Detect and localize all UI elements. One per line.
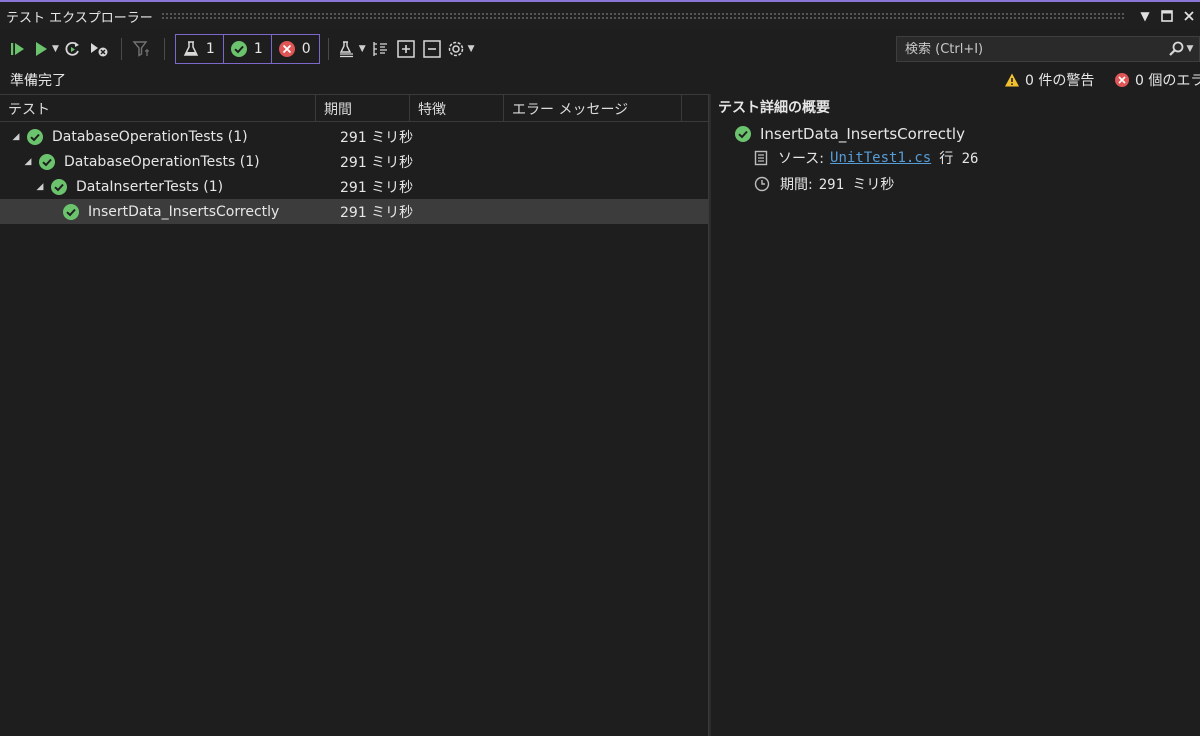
source-line: 行 26: [939, 151, 979, 167]
maximize-button[interactable]: [1156, 5, 1178, 27]
detail-source-row: ソース: UnitTest1.cs 行 26: [754, 147, 1200, 169]
failed-count: 0: [301, 41, 311, 57]
search-input[interactable]: [905, 41, 1161, 57]
column-header-error-message[interactable]: エラー メッセージ: [504, 95, 682, 122]
settings-button[interactable]: ▼: [446, 36, 475, 62]
detail-test-name-row: InsertData_InsertsCorrectly: [734, 125, 1200, 143]
total-tests-counter[interactable]: 1: [176, 35, 224, 63]
group-by-button[interactable]: [368, 36, 392, 62]
chevron-down-icon[interactable]: ▼: [52, 44, 59, 54]
cancel-icon: [90, 43, 108, 57]
detail-title: テスト詳細の概要: [718, 100, 830, 116]
warnings-indicator[interactable]: 0 件の警告: [1004, 70, 1094, 90]
test-duration: 291 ミリ秒: [340, 204, 414, 221]
test-detail-panel: テスト詳細の概要 InsertData_InsertsCorrectly ソース…: [712, 94, 1200, 736]
passed-icon: [26, 128, 44, 146]
errors-text: 0 個のエラー: [1135, 73, 1200, 89]
gear-icon: [448, 41, 463, 57]
passed-icon: [38, 153, 56, 171]
tool-window-titlebar: テスト エクスプローラー ▼: [0, 0, 1200, 30]
chevron-down-icon[interactable]: ▼: [468, 44, 475, 54]
cancel-run-button[interactable]: [87, 36, 111, 62]
test-row[interactable]: ◢ DatabaseOperationTests (1) 291 ミリ秒: [0, 149, 708, 174]
test-name: DatabaseOperationTests (1): [64, 153, 260, 170]
passed-count: 1: [253, 41, 263, 57]
collapse-icon: [422, 40, 441, 58]
run-button[interactable]: ▼: [32, 36, 59, 62]
passed-tests-counter[interactable]: 1: [224, 35, 272, 63]
column-header-duration[interactable]: 期間: [316, 95, 410, 122]
filter-button[interactable]: [130, 36, 154, 62]
panel-splitter[interactable]: [708, 94, 711, 736]
test-duration: 291 ミリ秒: [340, 179, 414, 196]
test-name: InsertData_InsertsCorrectly: [88, 203, 280, 220]
expand-all-button[interactable]: [394, 36, 418, 62]
run-all-button[interactable]: [6, 36, 30, 62]
filter-icon: [132, 41, 149, 57]
errors-indicator[interactable]: 0 個のエラー: [1114, 70, 1200, 90]
error-icon: [1115, 73, 1129, 87]
expand-arrow-icon[interactable]: ◢: [22, 157, 34, 167]
play-icon: [36, 42, 47, 56]
hierarchy-icon: [372, 42, 387, 56]
flask-icon: [183, 41, 199, 56]
chevron-down-icon[interactable]: ▼: [359, 44, 366, 54]
failed-tests-counter[interactable]: 0: [272, 35, 319, 63]
error-circle-icon: [278, 41, 295, 57]
search-icon: [1168, 41, 1183, 56]
toolbar-separator: [327, 38, 329, 60]
check-circle-icon: [230, 41, 247, 57]
expand-arrow-icon[interactable]: ◢: [34, 182, 46, 192]
toolbar-separator: [163, 38, 165, 60]
test-duration: 291 ミリ秒: [340, 129, 414, 146]
refresh-play-icon: [65, 41, 79, 56]
chevron-down-icon[interactable]: ▼: [1187, 44, 1194, 54]
rerun-failed-button[interactable]: [61, 36, 85, 62]
window-dropdown-button[interactable]: ▼: [1134, 5, 1156, 27]
detail-test-name: InsertData_InsertsCorrectly: [760, 125, 965, 143]
source-label: ソース:: [778, 151, 825, 167]
column-header-test[interactable]: テスト: [0, 95, 316, 122]
playlist-icon: [339, 41, 353, 58]
test-tree: ◢ DatabaseOperationTests (1) 291 ミリ秒 ◢ D…: [0, 124, 708, 224]
collapse-all-button[interactable]: [420, 36, 444, 62]
test-row[interactable]: ◢ DatabaseOperationTests (1) 291 ミリ秒: [0, 124, 708, 149]
detail-duration-row: 期間: 291 ミリ秒: [754, 173, 1200, 195]
source-file-link[interactable]: UnitTest1.cs: [830, 150, 931, 166]
run-all-icon: [11, 43, 24, 55]
close-icon: [1184, 11, 1194, 21]
status-ready: 準備完了: [10, 73, 66, 89]
test-name: DatabaseOperationTests (1): [52, 128, 248, 145]
window-title: テスト エクスプローラー: [6, 10, 153, 26]
test-list-panel: テスト 期間 特徴 エラー メッセージ ◢ DatabaseOperationT…: [0, 94, 708, 736]
test-name: DataInserterTests (1): [76, 178, 224, 195]
passed-icon: [62, 203, 80, 221]
document-icon: [754, 150, 768, 166]
search-button[interactable]: ▼: [1161, 40, 1199, 58]
total-count: 1: [205, 41, 215, 57]
expand-arrow-icon[interactable]: ◢: [10, 132, 22, 142]
warnings-text: 0 件の警告: [1025, 73, 1095, 89]
passed-icon: [50, 178, 68, 196]
warning-icon: [1005, 73, 1019, 87]
playlist-button[interactable]: ▼: [337, 36, 366, 62]
passed-icon: [734, 125, 752, 143]
test-counters: 1 1 0: [174, 34, 320, 64]
column-headers: テスト 期間 特徴 エラー メッセージ: [0, 94, 708, 122]
column-header-traits[interactable]: 特徴: [410, 95, 504, 122]
test-duration: 291 ミリ秒: [340, 154, 414, 171]
maximize-icon: [1161, 10, 1173, 22]
search-box[interactable]: ▼: [896, 36, 1200, 62]
toolbar-separator: [120, 38, 122, 60]
drag-grip[interactable]: [160, 12, 1124, 20]
duration-value: 291 ミリ秒: [818, 177, 895, 193]
close-button[interactable]: [1178, 5, 1200, 27]
test-row-selected[interactable]: InsertData_InsertsCorrectly 291 ミリ秒: [0, 199, 708, 224]
test-row[interactable]: ◢ DataInserterTests (1) 291 ミリ秒: [0, 174, 708, 199]
clock-icon: [754, 176, 770, 192]
duration-label: 期間:: [780, 177, 813, 193]
expand-icon: [396, 40, 415, 58]
status-bar: 準備完了 0 件の警告 0 個のエラー: [0, 66, 1200, 94]
